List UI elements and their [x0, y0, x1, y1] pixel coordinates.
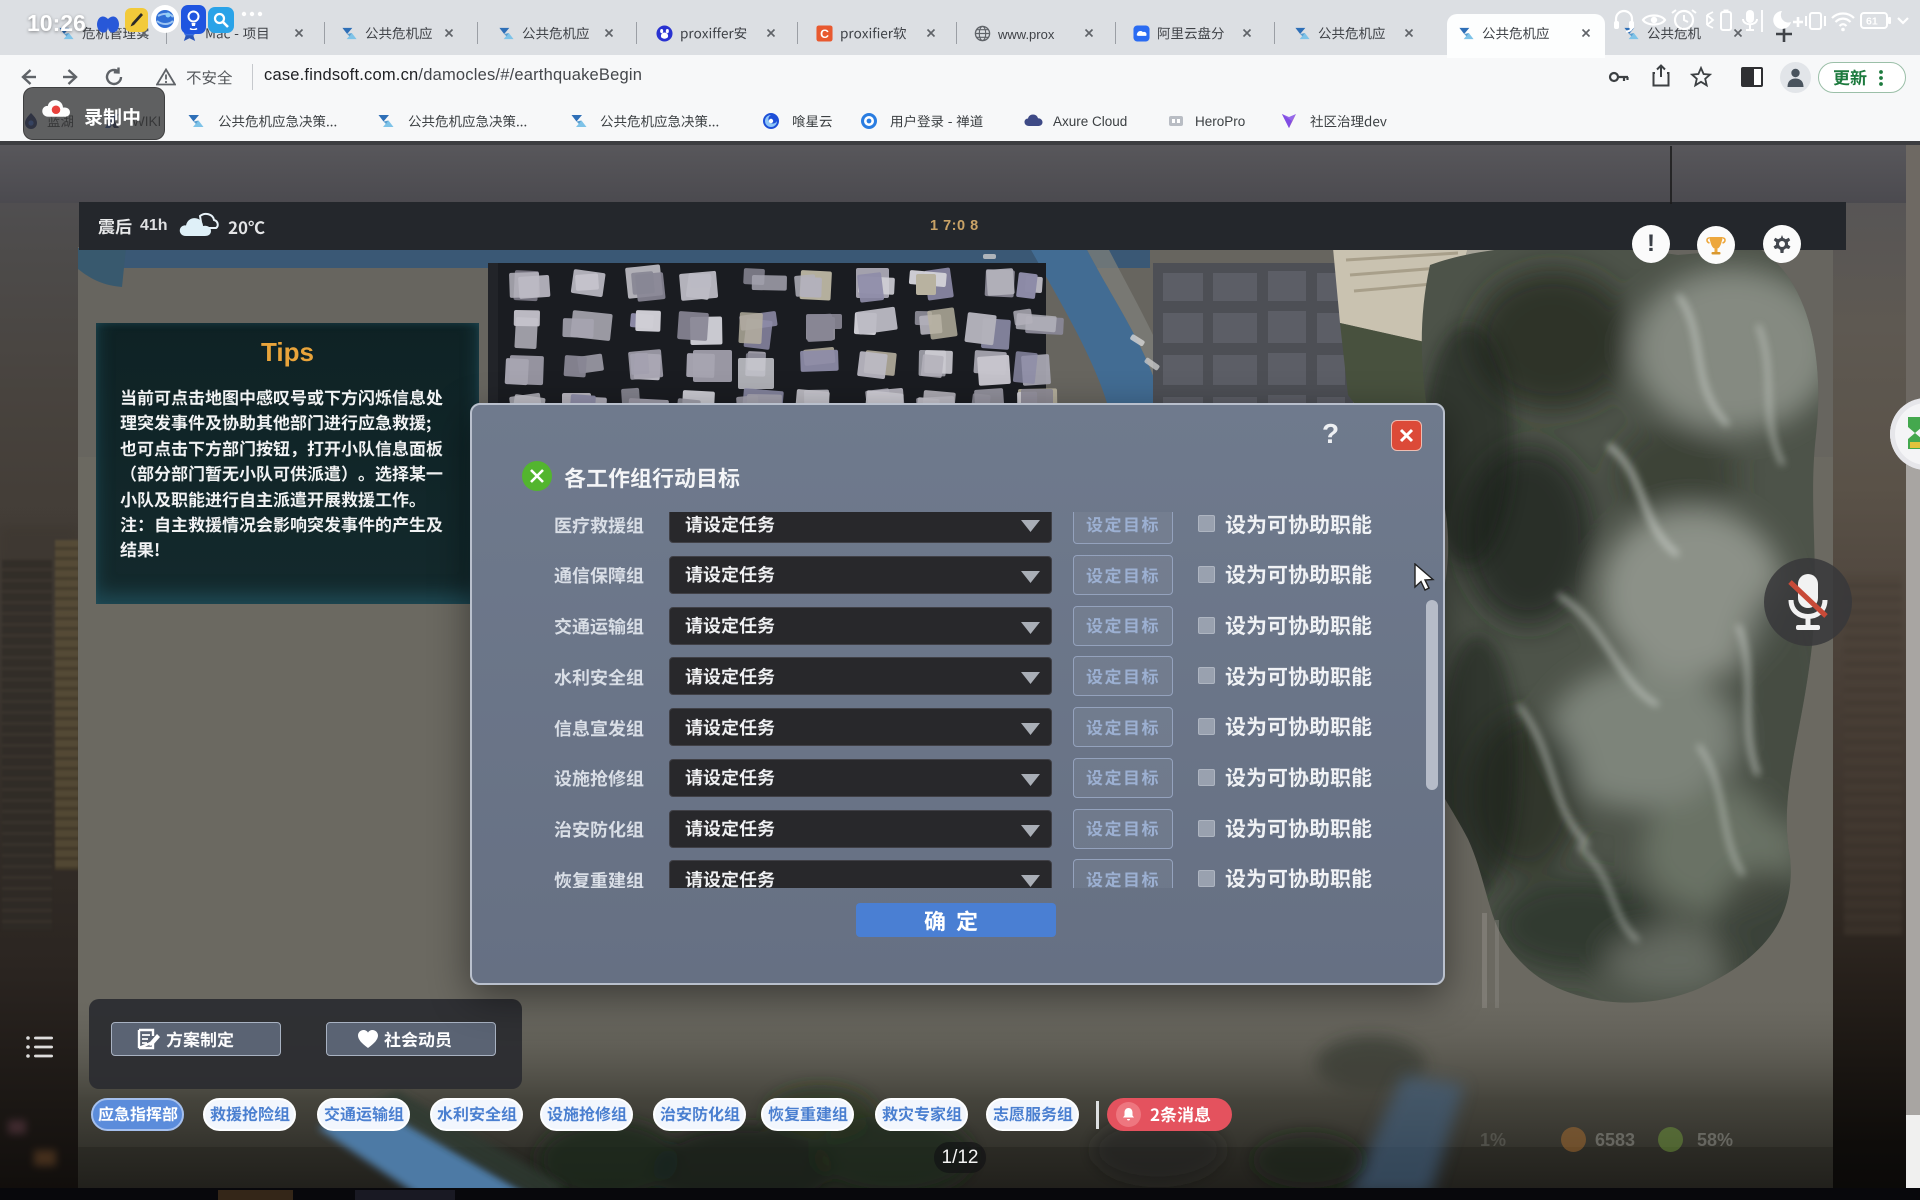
svg-text:C: C — [820, 27, 829, 41]
svg-text:61: 61 — [1866, 16, 1878, 28]
